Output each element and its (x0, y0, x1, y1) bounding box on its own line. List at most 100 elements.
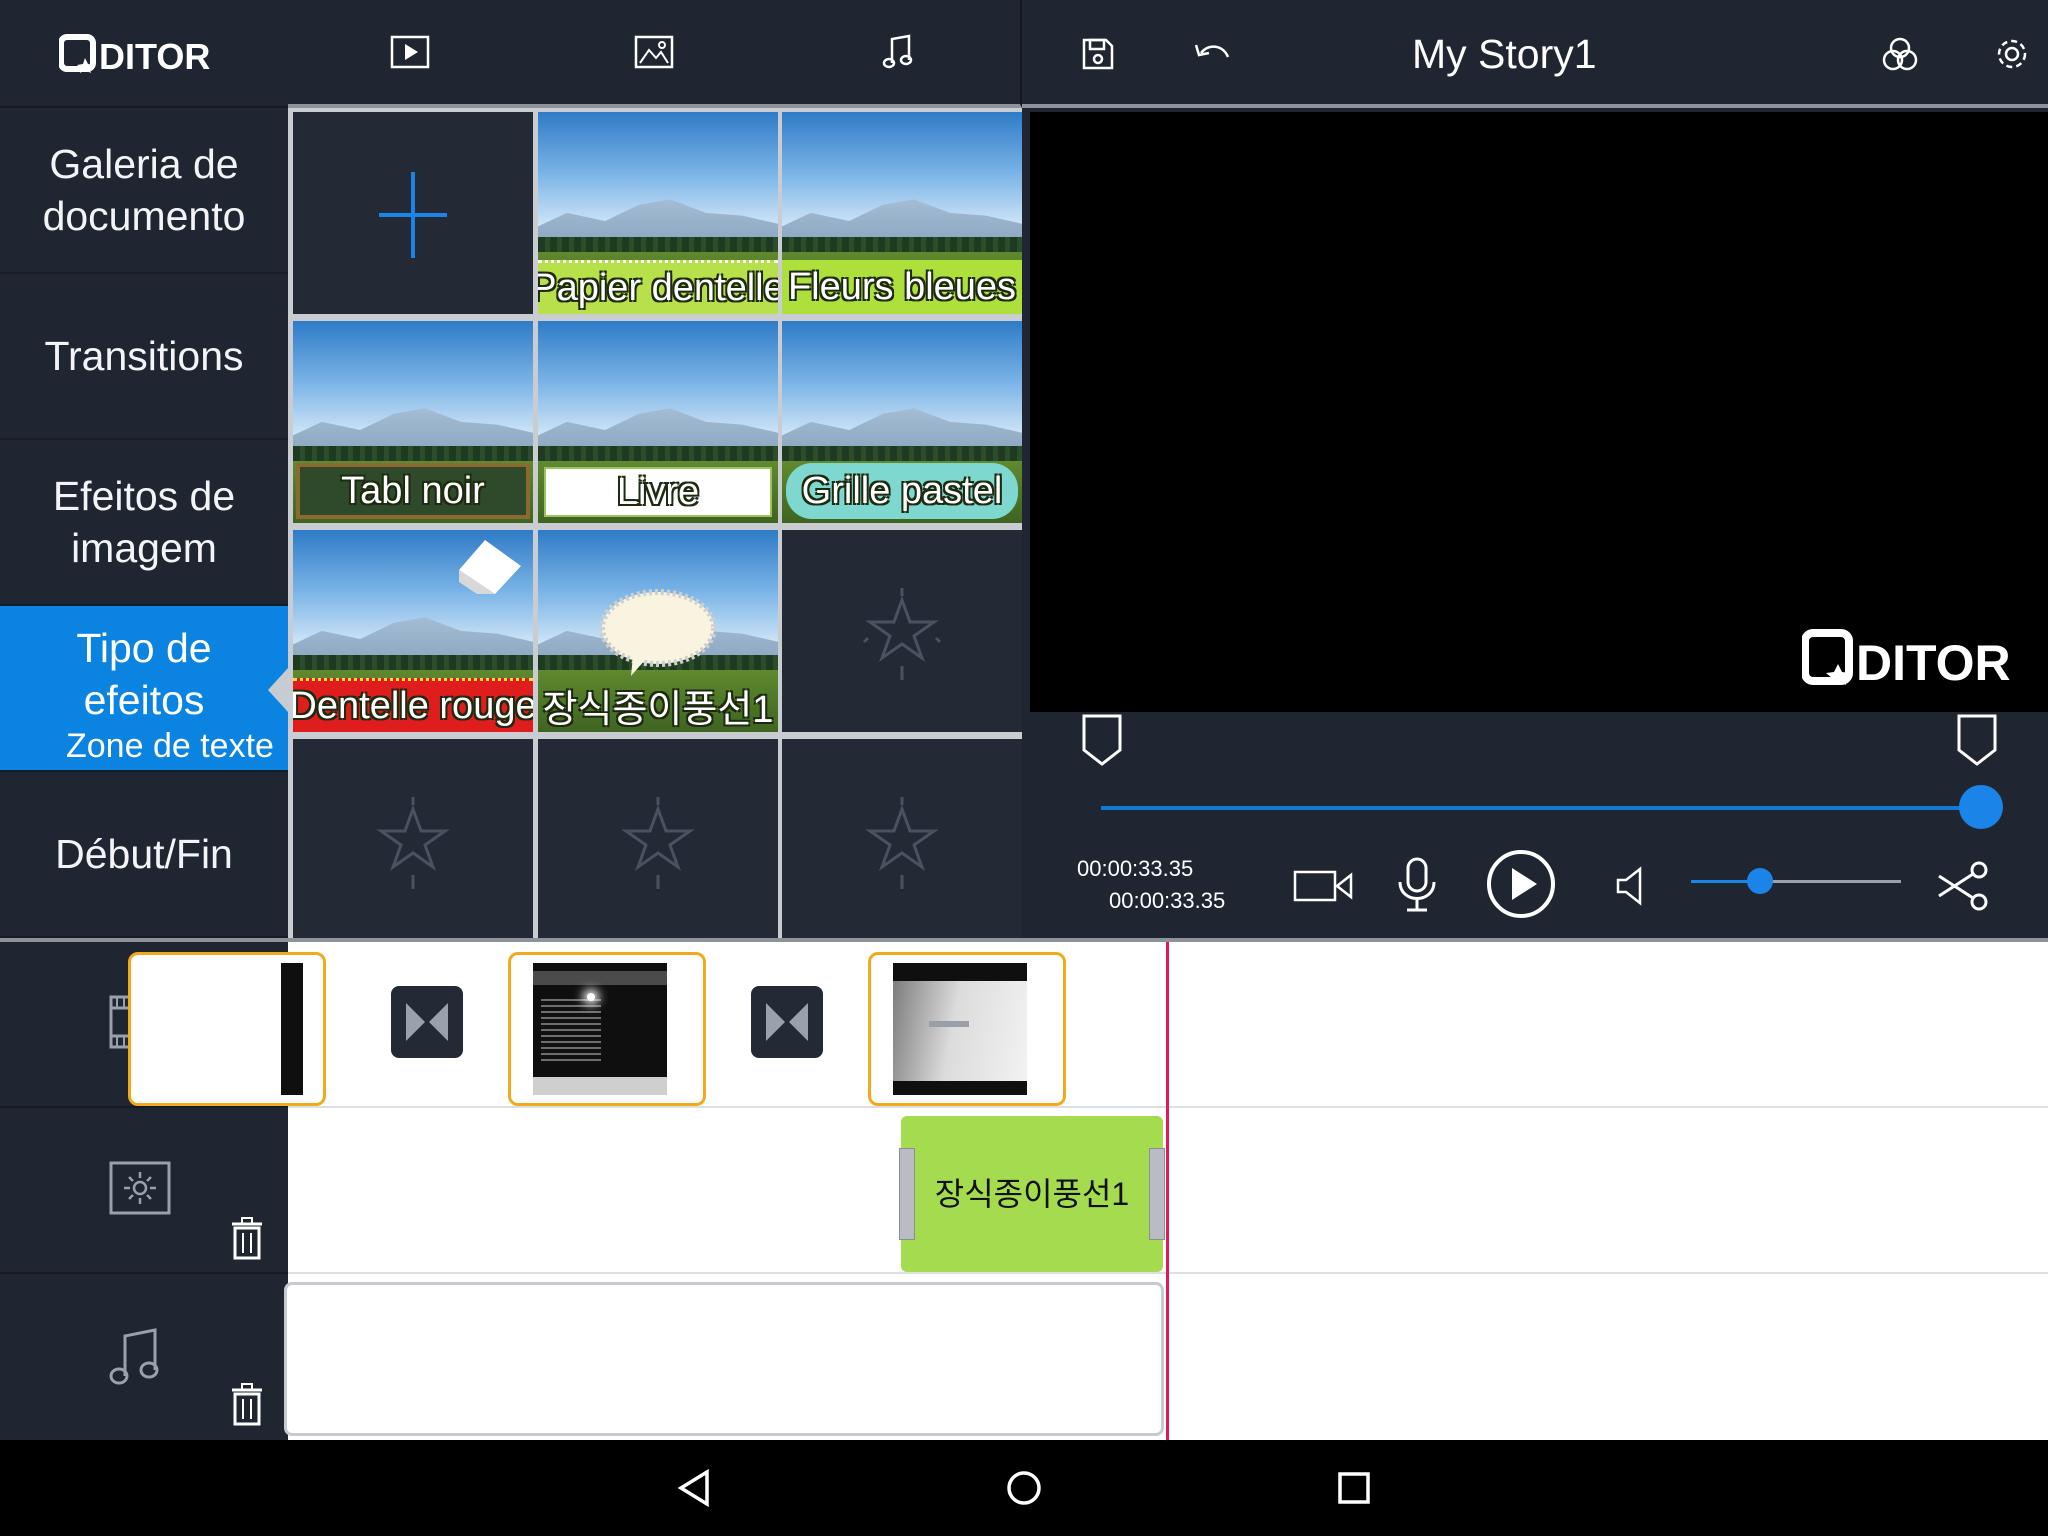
effect-tile[interactable]: Papier dentelle (538, 112, 778, 314)
scissors-icon (1938, 861, 1988, 911)
cut-button[interactable] (1923, 846, 2003, 926)
save-icon (1082, 38, 1114, 70)
active-indicator (268, 668, 288, 712)
sidebar-item-label: Galeria de documento (42, 141, 246, 239)
play-button[interactable] (1481, 844, 1561, 924)
add-effect-tile[interactable] (293, 112, 533, 314)
effect-image-icon (109, 1161, 171, 1215)
sidebar-item-effect-type[interactable]: Tipo de efeitos Zone de texte (0, 606, 288, 772)
current-time: 00:00:33.35 (1077, 856, 1194, 881)
effect-label: Dentelle rouge (293, 678, 533, 732)
undo-button[interactable] (1172, 14, 1252, 94)
empty-effect-slot (782, 739, 1022, 941)
mute-button[interactable] (1590, 846, 1670, 926)
undo-icon (1194, 44, 1230, 58)
effect-label: 장식종이풍선1 (542, 688, 774, 731)
microphone-icon (1398, 857, 1436, 912)
color-filter-icon (1882, 37, 1918, 71)
speaker-icon (1616, 866, 1642, 906)
transition-button[interactable] (391, 986, 463, 1058)
record-video-button[interactable] (1284, 846, 1364, 926)
music-drop-area[interactable] (284, 1282, 1164, 1436)
transition-icon (406, 1003, 448, 1041)
music-track-label (0, 1274, 288, 1440)
text-effect-clip[interactable]: 장식종이풍선1 (899, 1116, 1165, 1272)
media-toolbar (288, 0, 1022, 108)
video-clip[interactable] (128, 952, 326, 1106)
seek-bar[interactable] (1101, 806, 1981, 810)
system-nav-bar (0, 1440, 2048, 1536)
clip-thumbnail (893, 963, 1027, 1095)
qditor-app: DITOR My Story1 Galeria de documento Tra… (0, 0, 2048, 1536)
add-video-button[interactable] (370, 12, 450, 92)
total-time: 00:00:33.35 (1109, 888, 1226, 913)
effect-tile[interactable]: Tabl noir (293, 321, 533, 523)
video-clip[interactable] (508, 952, 706, 1106)
video-preview[interactable]: DITOR (1030, 112, 2048, 712)
empty-effect-slot (782, 530, 1022, 732)
seek-handle[interactable] (1959, 785, 2003, 829)
record-audio-button[interactable] (1377, 844, 1457, 924)
transition-button[interactable] (751, 986, 823, 1058)
effect-label: Fleurs bleues (782, 260, 1022, 314)
add-music-button[interactable] (858, 12, 938, 92)
recents-icon (1338, 1472, 1370, 1504)
star-placeholder-icon (862, 588, 942, 680)
music-icon (882, 34, 913, 69)
star-placeholder-icon (621, 797, 695, 889)
effect-label: Tabl noir (296, 463, 530, 519)
category-sidebar: Galeria de documento Transitions Efeitos… (0, 108, 288, 938)
delete-effect-track-icon[interactable] (230, 1216, 264, 1260)
effect-track-label (0, 1108, 288, 1274)
color-filter-button[interactable] (1860, 14, 1940, 94)
sidebar-item-label: Début/Fin (55, 831, 233, 877)
volume-slider-handle[interactable] (1747, 868, 1773, 894)
delete-music-track-icon[interactable] (230, 1382, 264, 1426)
add-image-button[interactable] (614, 12, 694, 92)
back-button[interactable] (654, 1448, 734, 1528)
project-title: My Story1 (1412, 31, 1597, 77)
sidebar-item-document-gallery[interactable]: Galeria de documento (0, 108, 288, 274)
effect-tile[interactable]: 장식종이풍선1 (538, 530, 778, 732)
sidebar-item-image-effects[interactable]: Efeitos de imagem (0, 440, 288, 606)
effect-tile[interactable]: Grille pastel (782, 321, 1022, 523)
text-clip-right-handle[interactable] (1149, 1148, 1165, 1240)
effect-tile[interactable]: Fleurs bleues (782, 112, 1022, 314)
play-video-icon (390, 35, 430, 69)
sidebar-item-label: Efeitos de imagem (52, 473, 236, 571)
effect-tile[interactable]: Dentelle rouge (293, 530, 533, 732)
star-placeholder-icon (376, 797, 450, 889)
trim-start-marker[interactable] (1080, 712, 1124, 768)
clip-thumbnail (533, 963, 667, 1095)
playback-controls: 00:00:33.35 00:00:33.35 (1030, 712, 2048, 938)
text-clip-label: 장식종이풍선1 (934, 1176, 1130, 1212)
plus-icon (379, 172, 447, 258)
video-clip[interactable] (868, 952, 1066, 1106)
trim-end-marker[interactable] (1955, 712, 1999, 768)
eraser-icon (459, 540, 521, 594)
recents-button[interactable] (1314, 1448, 1394, 1528)
image-icon (634, 35, 674, 69)
playhead[interactable] (1166, 942, 1169, 1440)
balloon-frame-icon (599, 589, 717, 676)
play-icon (1487, 850, 1555, 918)
sidebar-item-transitions[interactable]: Transitions (0, 274, 288, 440)
settings-icon (1997, 39, 2027, 69)
app-logo: DITOR (0, 0, 288, 108)
star-placeholder-icon (865, 797, 939, 889)
video-camera-icon (1293, 870, 1353, 902)
settings-button[interactable] (1972, 14, 2048, 94)
home-button[interactable] (984, 1448, 1064, 1528)
sidebar-item-label: Tipo de efeitos (76, 625, 212, 723)
empty-effect-slot (538, 739, 778, 941)
empty-effect-slot (293, 739, 533, 941)
sidebar-item-start-end[interactable]: Début/Fin (0, 772, 288, 938)
home-icon (1007, 1471, 1041, 1505)
clip-thumbnail (281, 963, 303, 1095)
effect-label: Livre (544, 467, 772, 517)
sidebar-item-label: Transitions (44, 333, 244, 379)
effect-tile[interactable]: Livre (538, 321, 778, 523)
save-button[interactable] (1058, 14, 1138, 94)
timeline[interactable]: 장식종이풍선1 (128, 938, 2048, 1440)
effect-label: Grille pastel (786, 463, 1018, 519)
